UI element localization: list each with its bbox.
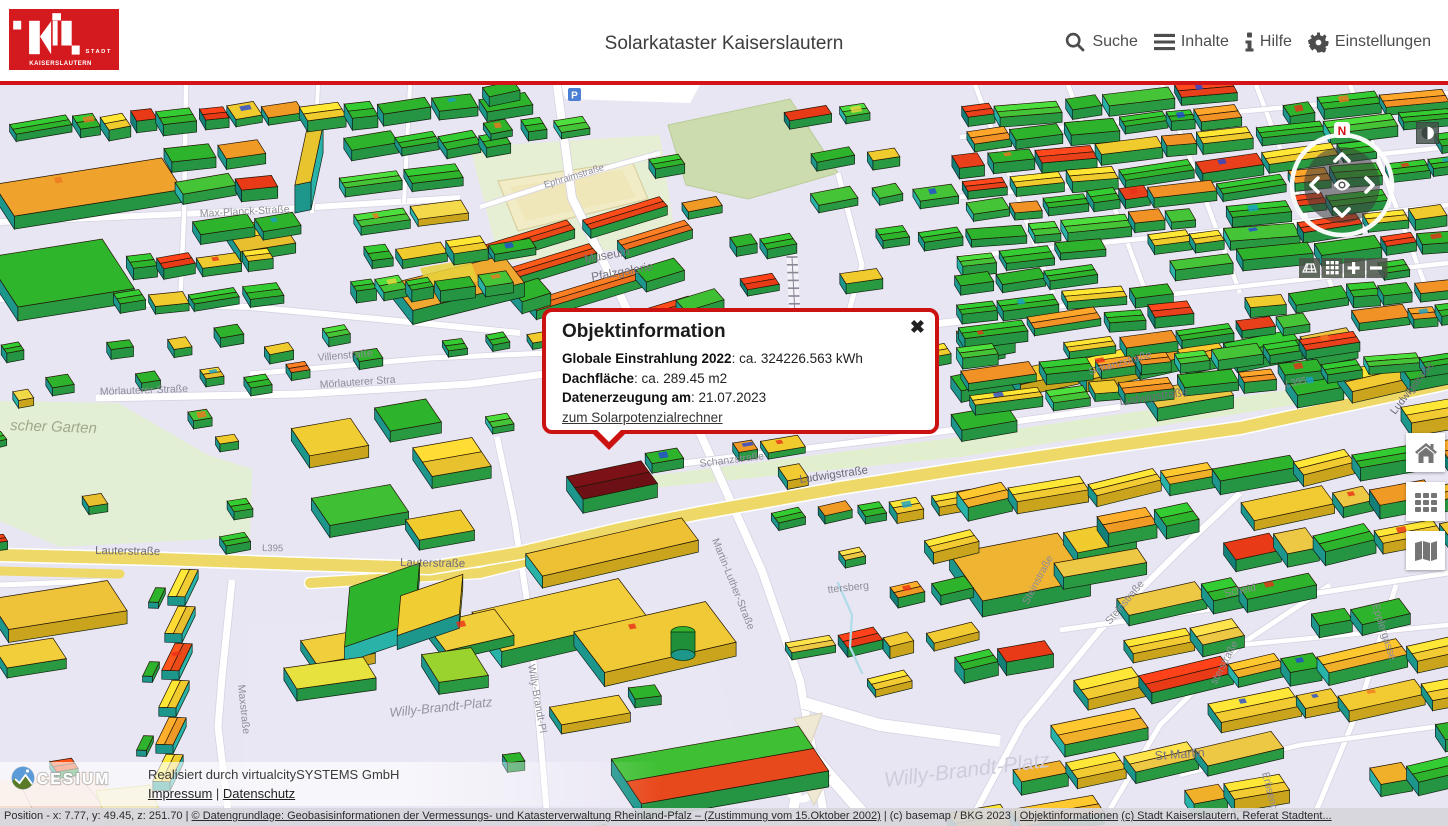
svg-text:N: N — [1338, 124, 1347, 138]
svg-text:scher Garten: scher Garten — [10, 417, 97, 437]
svg-text:Lauterstraße: Lauterstraße — [400, 557, 465, 570]
svg-text:CESIUM: CESIUM — [37, 771, 110, 788]
svg-text:Lauterstraße: Lauterstraße — [95, 545, 160, 558]
svg-text:KAISERSLAUTERN: KAISERSLAUTERN — [29, 61, 92, 67]
svg-text:P: P — [571, 91, 578, 102]
svg-text:L395: L395 — [262, 543, 283, 554]
